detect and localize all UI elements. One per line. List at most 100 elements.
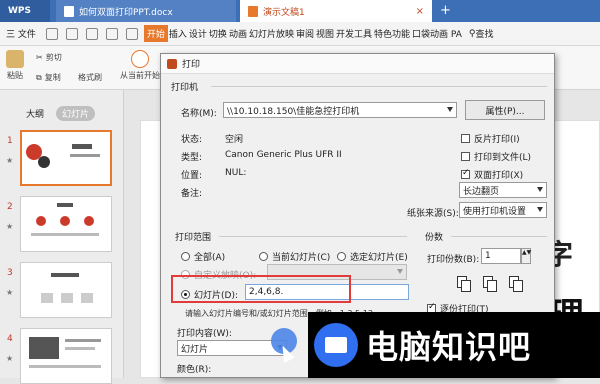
play-icon xyxy=(131,50,149,68)
printer-section-label: 打印机 xyxy=(171,83,199,93)
title-bar: WPS 如何双面打印PPT.docx 演示文稿1 × + xyxy=(0,0,600,22)
tab-transition[interactable]: 切换 xyxy=(208,27,228,40)
status-value: 空闲 xyxy=(225,135,244,145)
format-painter-button[interactable]: 格式刷 xyxy=(78,72,102,83)
tab-pocket-animation[interactable]: 口袋动画 PA xyxy=(411,27,463,40)
cut-label: 剪切 xyxy=(45,53,62,62)
location-label: 位置: xyxy=(181,171,203,181)
radio-dot xyxy=(259,252,268,261)
slide-thumbnail-4[interactable] xyxy=(20,328,112,384)
tab-animation[interactable]: 动画 xyxy=(228,27,248,40)
copies-spinner[interactable]: ▲▼ xyxy=(521,248,531,264)
slide-number-3: 3 xyxy=(7,268,13,278)
range-selected-label: 选定幻灯片(E) xyxy=(350,253,408,263)
slide-number-4: 4 xyxy=(7,334,13,344)
computer-logo-icon xyxy=(314,323,358,367)
status-label: 状态: xyxy=(181,135,203,145)
search-label: 查找 xyxy=(475,30,494,40)
presentation-icon xyxy=(248,5,258,17)
star-icon: ★ xyxy=(6,156,14,165)
printer-name-select[interactable]: \\10.10.18.150\佳能急控打印机 xyxy=(223,102,457,118)
undo-icon[interactable] xyxy=(105,27,118,40)
tab-home[interactable]: 开始 xyxy=(143,25,168,42)
tab-wps-home[interactable]: WPS xyxy=(0,0,50,22)
properties-button[interactable]: 属性(P)... xyxy=(465,100,545,120)
range-all-label: 全部(A) xyxy=(194,253,226,263)
checkbox-box xyxy=(461,134,470,143)
format-painter-label: 格式刷 xyxy=(78,73,102,82)
copies-input[interactable]: 1 xyxy=(481,248,521,264)
slide-number-1: 1 xyxy=(7,136,13,146)
close-tab-icon[interactable]: × xyxy=(416,6,424,17)
range-all-radio[interactable]: 全部(A) xyxy=(181,250,225,263)
checkbox-box xyxy=(461,152,470,161)
slides-panel: 大纲 幻灯片 1 ★ 2 ★ 3 ★ 4 ★ xyxy=(0,90,124,384)
search-icon: ⚲ xyxy=(468,28,476,39)
save-icon[interactable] xyxy=(65,27,78,40)
reverse-print-checkbox[interactable]: 反片打印(I) xyxy=(461,132,520,145)
tab-developer[interactable]: 开发工具 xyxy=(335,27,373,40)
cut-button[interactable]: ✂ 剪切 xyxy=(36,52,62,63)
watermark-banner: 电脑知识吧 xyxy=(308,312,600,378)
tab-special[interactable]: 特色功能 xyxy=(373,27,411,40)
slide-thumbnail-2[interactable] xyxy=(20,196,112,252)
print-to-file-checkbox[interactable]: 打印到文件(L) xyxy=(461,150,531,163)
printer-name-label: 名称(M): xyxy=(181,109,217,119)
tab-outline[interactable]: 大纲 xyxy=(20,106,50,121)
paste-icon xyxy=(6,50,24,68)
paste-button[interactable]: 粘贴 xyxy=(6,50,24,81)
dialog-title: 打印 xyxy=(182,60,201,70)
tab-slides[interactable]: 幻灯片 xyxy=(56,106,96,121)
scissors-icon: ✂ xyxy=(36,53,43,62)
menu-bar: 三 文件 开始 插入 设计 切换 动画 幻灯片放映 审阅 视图 开发工具 特色功… xyxy=(0,22,600,46)
slide-thumb-2-art xyxy=(31,203,99,236)
paper-source-select[interactable]: 使用打印机设置 xyxy=(459,202,547,218)
star-icon: ★ xyxy=(6,222,14,231)
tab-design[interactable]: 设计 xyxy=(188,27,208,40)
copy-button[interactable]: ⧉ 复制 xyxy=(36,72,61,83)
tab-review[interactable]: 审阅 xyxy=(295,27,315,40)
tab-view[interactable]: 视图 xyxy=(315,27,335,40)
chevron-down-icon xyxy=(537,207,543,212)
duplex-print-checkbox[interactable]: 双面打印(X) xyxy=(461,168,523,181)
wps-logo-icon xyxy=(167,58,177,69)
chevron-down-icon xyxy=(447,107,453,112)
star-icon: ★ xyxy=(6,354,14,363)
panel-tabs: 大纲 幻灯片 xyxy=(20,106,96,121)
tab-insert[interactable]: 插入 xyxy=(168,27,188,40)
slide-thumbnail-1[interactable] xyxy=(20,130,112,186)
location-value: NUL: xyxy=(225,168,247,178)
file-menu-label: 三 文件 xyxy=(6,30,36,40)
copy-label: 复制 xyxy=(44,73,61,82)
range-current-label: 当前幻灯片(C) xyxy=(272,253,331,263)
duplex-mode-select[interactable]: 长边翻页 xyxy=(459,182,547,198)
range-current-radio[interactable]: 当前幻灯片(C) xyxy=(259,250,330,263)
paste-label: 粘贴 xyxy=(7,71,23,80)
range-selected-radio[interactable]: 选定幻灯片(E) xyxy=(337,250,408,263)
open-icon[interactable] xyxy=(45,27,58,40)
paper-source-label: 纸张来源(S): xyxy=(407,209,459,219)
range-section-label: 打印范围 xyxy=(175,233,212,243)
slide-thumb-1-art xyxy=(26,144,100,168)
watermark-text: 电脑知识吧 xyxy=(366,328,532,366)
tab-document[interactable]: 如何双面打印PPT.docx xyxy=(56,0,236,22)
from-current-button[interactable]: 从当前开始 xyxy=(120,50,160,81)
divider xyxy=(219,236,407,237)
print-icon[interactable] xyxy=(85,27,98,40)
comment-label: 备注: xyxy=(181,189,203,199)
checkbox-box-checked xyxy=(461,168,470,179)
new-tab-icon[interactable]: + xyxy=(440,3,451,18)
tab-document-label: 如何双面打印PPT.docx xyxy=(79,7,173,18)
collate-page-icon xyxy=(513,280,523,292)
redo-icon[interactable] xyxy=(125,27,138,40)
chevron-down-icon xyxy=(397,269,403,274)
file-menu[interactable]: 三 文件 xyxy=(0,22,42,46)
tab-presentation[interactable]: 演示文稿1 × xyxy=(240,0,432,22)
tab-slideshow[interactable]: 幻灯片放映 xyxy=(248,27,295,40)
from-current-label: 从当前开始 xyxy=(120,71,160,80)
search-box[interactable]: ⚲ 查找 xyxy=(468,27,494,41)
tab-presentation-label: 演示文稿1 xyxy=(263,7,305,18)
type-label: 类型: xyxy=(181,153,203,163)
dialog-title-bar: 打印 xyxy=(161,54,554,74)
slide-thumbnail-3[interactable] xyxy=(20,262,112,318)
